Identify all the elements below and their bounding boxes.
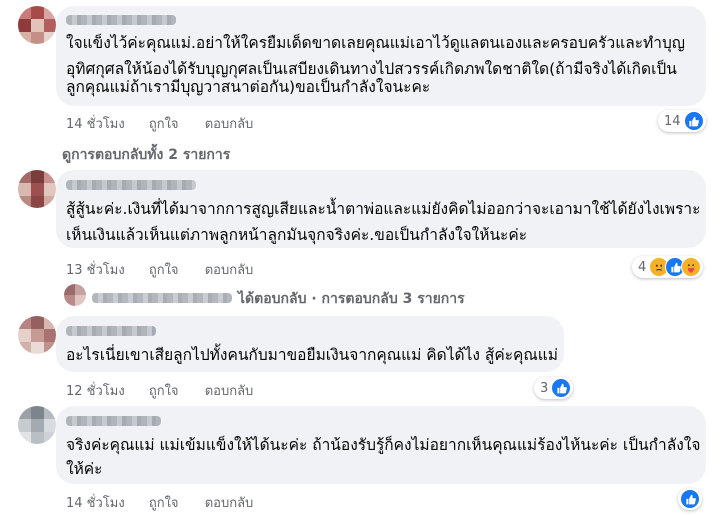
comment-line: ให้ค่ะ <box>66 460 103 478</box>
comment-line: เห็นเงินแล้วเห็นแต่ภาพลูกหน้าลูกมันจุกจร… <box>66 226 528 244</box>
timestamp: 13 ชั่วโมง <box>66 263 125 278</box>
comment-actions: 14 ชั่วโมง ถูกใจ ตอบกลับ <box>66 113 275 134</box>
comment-actions: 13 ชั่วโมง ถูกใจ ตอบกลับ <box>66 259 275 280</box>
comment-line: อะไรเนี่ยเขาเสียลูกไปทั้งคนกับมาขอยืมเงิ… <box>66 346 558 364</box>
like-link[interactable]: ถูกใจ <box>149 117 179 132</box>
author-name[interactable] <box>66 416 161 426</box>
timestamp: 14 ชั่วโมง <box>66 117 125 132</box>
like-link[interactable]: ถูกใจ <box>149 263 179 278</box>
comment-line: จริงค่ะคุณแม่ แม่เข้มแข็งให้ได้นะค่ะ ถ้า… <box>66 436 701 454</box>
author-name[interactable] <box>66 326 156 336</box>
avatar[interactable] <box>18 316 56 354</box>
comment-actions: 14 ชั่วโมง ถูกใจ ตอบกลับ <box>66 492 275 513</box>
comment-line: ใจแข็งไว้ค่ะคุณแม่.อย่าให้ใครยืมเด็ดขาดเ… <box>66 34 685 52</box>
reply-link[interactable]: ตอบกลับ <box>205 384 254 399</box>
author-name[interactable] <box>66 15 176 25</box>
comment-line: สู้สู้นะค่ะ.เงินที่ได้มาจากการสูญเสียและ… <box>66 200 701 218</box>
comment-actions: 12 ชั่วโมง ถูกใจ ตอบกลับ <box>66 380 275 401</box>
timestamp: 12 ชั่วโมง <box>66 384 125 399</box>
like-link[interactable]: ถูกใจ <box>149 384 179 399</box>
view-replies-link[interactable]: ดูการตอบกลับทั้ง 2 รายการ <box>62 144 230 166</box>
reaction-count: 14 <box>664 113 681 129</box>
like-icon <box>551 378 572 398</box>
reaction-count: 4 <box>638 259 647 275</box>
reaction-summary[interactable] <box>678 488 702 510</box>
like-icon <box>683 111 704 131</box>
comment-line: ลูกคุณแม่ถ้าเรามีบุญวาสนาต่อกัน)ขอเป็นกำ… <box>66 78 431 96</box>
reaction-summary[interactable]: 4 <box>632 256 704 278</box>
reply-link[interactable]: ตอบกลับ <box>205 263 254 278</box>
reply-author-name[interactable] <box>92 293 232 303</box>
avatar[interactable] <box>18 170 56 208</box>
like-icon <box>680 489 700 509</box>
reply-link[interactable]: ตอบกลับ <box>205 496 254 511</box>
timestamp: 14 ชั่วโมง <box>66 496 125 511</box>
avatar[interactable] <box>18 406 56 444</box>
reaction-summary[interactable]: 14 <box>658 110 706 132</box>
care-icon <box>681 257 702 277</box>
author-name[interactable] <box>66 180 196 190</box>
avatar[interactable] <box>18 6 56 44</box>
reaction-summary[interactable]: 3 <box>534 377 574 399</box>
reaction-count: 3 <box>540 380 549 396</box>
reply-summary-link[interactable]: ได้ตอบกลับ · การตอบกลับ 3 รายการ <box>238 288 465 310</box>
reply-link[interactable]: ตอบกลับ <box>205 117 254 132</box>
like-link[interactable]: ถูกใจ <box>149 496 179 511</box>
reply-avatar[interactable] <box>64 284 86 306</box>
